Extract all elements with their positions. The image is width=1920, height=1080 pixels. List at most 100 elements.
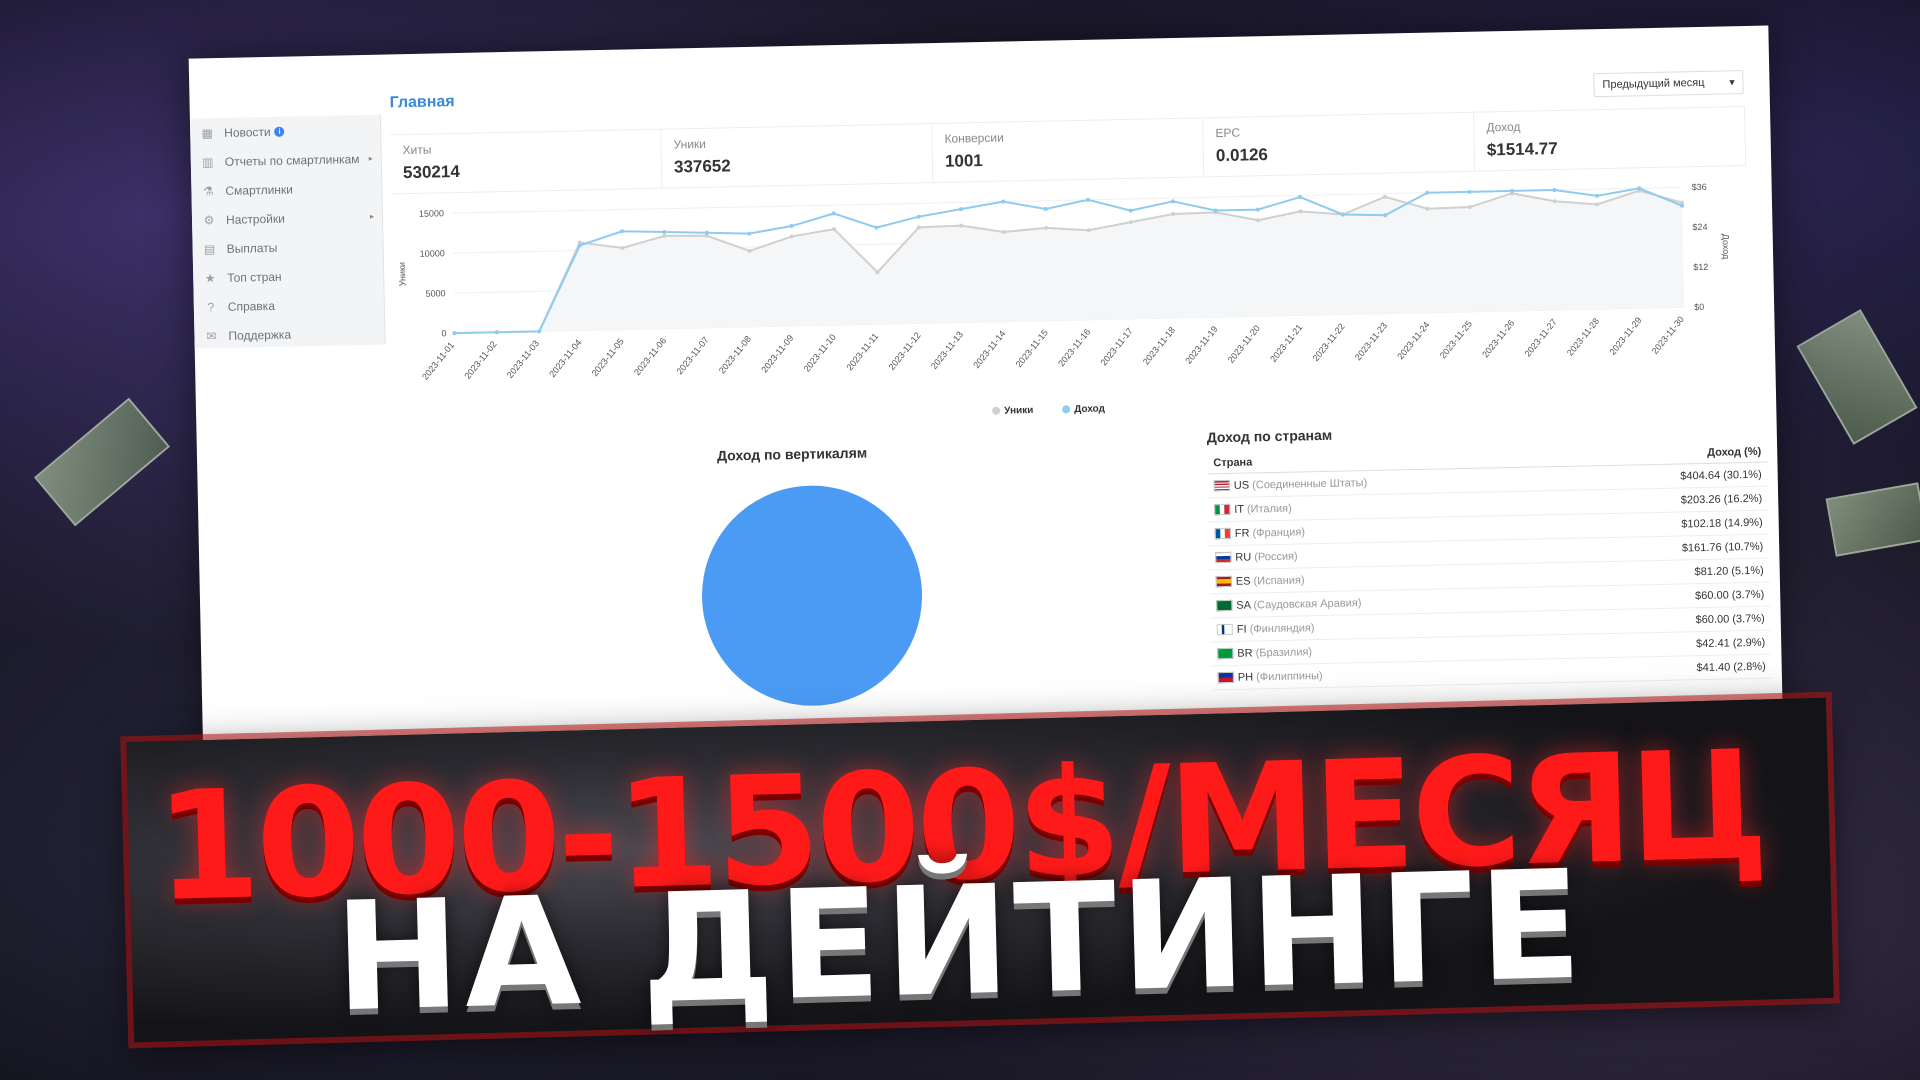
- countries-panel: Доход по странам Страна Доход (%) US (Со…: [1207, 418, 1772, 691]
- data-point: [1001, 199, 1006, 204]
- data-point: [747, 231, 752, 236]
- data-point: [916, 214, 921, 219]
- sidebar-item[interactable]: ⚙ Настройки ▸: [192, 202, 383, 235]
- stat-label: Хиты: [402, 142, 432, 158]
- x-tick-label: 2023-11-14: [971, 329, 1007, 371]
- country-code: ES: [1235, 575, 1251, 588]
- x-tick-label: 2023-11-20: [1226, 323, 1262, 365]
- sidebar-item-label: Топ стран: [227, 269, 282, 285]
- country-code: SA: [1236, 599, 1251, 612]
- sidebar-item[interactable]: ▥ Отчеты по смартлинкам ▸: [190, 144, 381, 177]
- chevron-right-icon: ▸: [369, 211, 375, 221]
- chevron-down-icon: ▼: [1727, 77, 1737, 88]
- stat-card: Хиты 530214: [390, 129, 663, 194]
- stat-value: $1514.77: [1486, 138, 1558, 160]
- y2-tick-label: $36: [1692, 182, 1707, 192]
- data-point: [1043, 207, 1048, 212]
- legend-swatch: [1062, 405, 1071, 414]
- flag-icon: [1214, 504, 1231, 516]
- country-code: FI: [1236, 623, 1247, 636]
- x-tick-label: 2023-11-16: [1056, 327, 1092, 369]
- country-name: (Саудовская Аравия): [1253, 596, 1362, 611]
- dashboard-screenshot: ▦ Новости i ▥ Отчеты по смартлинкам ▸ ⚗ Смартли…: [188, 25, 1784, 779]
- y2-tick-label: $0: [1694, 302, 1704, 312]
- flag-icon: [1215, 551, 1232, 564]
- star-icon: ★: [204, 270, 216, 285]
- data-point: [1552, 188, 1557, 193]
- x-tick-label: 2023-11-29: [1607, 315, 1643, 357]
- country-code: BR: [1237, 646, 1253, 660]
- help-icon: ?: [207, 299, 215, 314]
- sidebar-item[interactable]: ▤ Выплаты: [192, 231, 383, 264]
- line-chart: 0 5000 10000 15000 $0 $12 $24 $36 Уники Доход 2023…: [397, 182, 1732, 417]
- country-name: (Франция): [1252, 525, 1306, 539]
- sidebar-item[interactable]: ★ Топ стран: [193, 260, 384, 293]
- x-tick-label: 2023-11-07: [674, 335, 710, 377]
- pie-title: Доход по вертикалям: [716, 444, 868, 464]
- stat-label: EPC: [1215, 125, 1241, 141]
- x-tick-label: 2023-11-04: [547, 337, 583, 379]
- x-tick-label: 2023-11-08: [717, 334, 753, 376]
- y-tick-label: 10000: [420, 248, 445, 259]
- stat-value: 337652: [673, 156, 731, 177]
- stat-value: 1001: [944, 151, 983, 171]
- country-name: (Россия): [1254, 550, 1298, 563]
- data-point: [494, 330, 499, 335]
- sidebar-item-label: Выплаты: [226, 240, 278, 256]
- data-point: [1467, 189, 1472, 194]
- data-point: [958, 207, 963, 212]
- sidebar: ▦ Новости i ▥ Отчеты по смартлинкам ▸ ⚗ Смартли…: [189, 114, 386, 351]
- sidebar-item-label: Поддержка: [228, 327, 292, 343]
- y2-tick-label: $12: [1693, 262, 1708, 272]
- country-code: IT: [1234, 503, 1245, 516]
- data-point: [662, 230, 667, 235]
- x-tick-label: 2023-11-28: [1565, 316, 1601, 358]
- y2-axis-label: Доход: [1721, 234, 1732, 261]
- sidebar-item[interactable]: ✉ Поддержка: [194, 318, 385, 351]
- info-badge-icon: i: [274, 126, 285, 137]
- flag-icon: [1213, 480, 1230, 492]
- flag-icon: [1217, 647, 1234, 660]
- period-select[interactable]: Предыдущий месяц ▼: [1593, 70, 1744, 98]
- stat-value: 0.0126: [1215, 145, 1269, 166]
- x-tick-label: 2023-11-12: [886, 330, 922, 372]
- country-code: US: [1233, 479, 1250, 492]
- x-tick-label: 2023-11-18: [1141, 325, 1177, 367]
- sidebar-item-label: Смартлинки: [225, 181, 294, 198]
- x-tick-label: 2023-11-23: [1353, 321, 1389, 363]
- x-tick-label: 2023-11-25: [1438, 319, 1474, 361]
- x-tick-label: 2023-11-21: [1268, 322, 1304, 364]
- country-code: PH: [1237, 670, 1254, 684]
- briefcase-icon: ▤: [203, 241, 216, 256]
- x-tick-label: 2023-11-06: [632, 336, 668, 378]
- gear-icon: ⚙: [203, 212, 215, 227]
- country-name: (Филиппины): [1256, 669, 1323, 683]
- data-point: [1594, 193, 1599, 198]
- flag-icon: [1217, 671, 1234, 684]
- data-point: [1170, 199, 1175, 204]
- x-tick-label: 2023-11-03: [505, 338, 541, 380]
- country-name: (Италия): [1246, 502, 1292, 516]
- legend-label: Уники: [1004, 405, 1033, 417]
- country-name: (Испания): [1253, 573, 1305, 587]
- sidebar-item[interactable]: ⚗ Смартлинки: [191, 173, 382, 206]
- country-code: FR: [1234, 527, 1250, 540]
- country-name: (Финляндия): [1249, 621, 1315, 636]
- stat-card: Уники 337652: [661, 124, 934, 188]
- x-tick-label: 2023-11-27: [1523, 317, 1559, 359]
- legend-swatch: [992, 406, 1001, 415]
- page-title: Главная: [389, 93, 455, 112]
- sidebar-item[interactable]: ? Справка: [194, 289, 385, 322]
- sidebar-item[interactable]: ▦ Новости i: [190, 115, 381, 148]
- countries-title: Доход по странам: [1206, 426, 1333, 446]
- x-tick-label: 2023-11-13: [929, 329, 965, 371]
- data-point: [1128, 208, 1133, 213]
- stat-card: Конверсии 1001: [932, 118, 1205, 183]
- x-tick-label: 2023-11-26: [1480, 318, 1516, 360]
- legend-label: Доход: [1074, 403, 1106, 415]
- y-axis-label: Уники: [397, 262, 408, 286]
- stat-value: 530214: [402, 161, 460, 183]
- flag-icon: [1214, 527, 1231, 540]
- stat-card: EPC 0.0126: [1203, 112, 1476, 177]
- flag-icon: [1216, 623, 1233, 636]
